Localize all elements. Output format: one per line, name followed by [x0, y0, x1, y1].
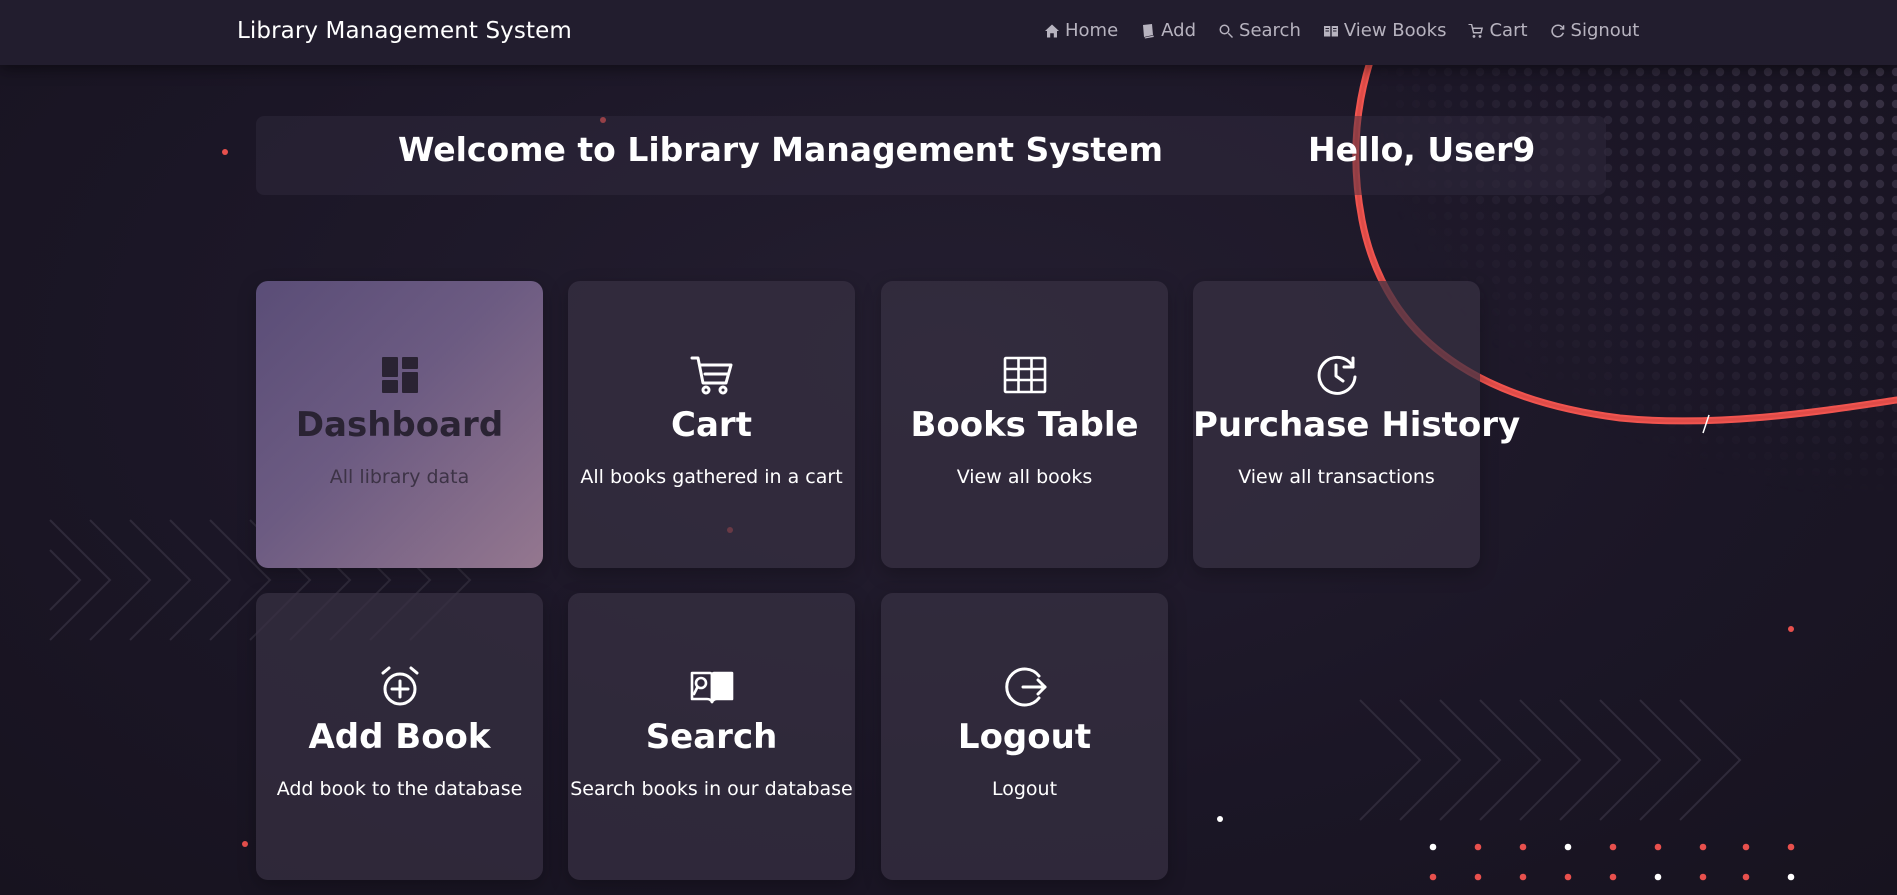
card-title: Add Book	[308, 717, 491, 757]
card-title: Logout	[957, 717, 1092, 757]
card-description: Search books in our database	[570, 778, 853, 800]
welcome-heading: Welcome to Library Management System	[398, 130, 1163, 169]
card-add-book[interactable]: Add Book Add book to the database	[256, 593, 543, 880]
card-title: Purchase History	[1193, 405, 1521, 445]
nav-link-label: Add	[1161, 20, 1197, 41]
cart-icon	[690, 353, 734, 397]
logout-icon	[1003, 665, 1047, 709]
card-title: Cart	[671, 405, 752, 445]
card-title: Dashboard	[295, 405, 504, 445]
open-book-icon	[1323, 25, 1338, 36]
card-logout[interactable]: Logout Logout	[881, 593, 1168, 880]
table-icon	[1003, 353, 1047, 397]
nav-links: Home Add Search View Books Cart Signout	[1044, 20, 1639, 41]
welcome-banner: Welcome to Library Management System Hel…	[256, 116, 1606, 195]
card-title: Search	[645, 717, 778, 757]
user-greeting: Hello, User9	[1308, 130, 1536, 169]
book-search-icon	[690, 665, 734, 709]
card-description: View all transactions	[1238, 466, 1435, 488]
nav-link-add[interactable]: Add	[1140, 20, 1196, 41]
card-purchase-history[interactable]: Purchase History View all transactions	[1193, 281, 1521, 568]
search-icon	[1219, 24, 1234, 38]
card-description: All library data	[329, 466, 470, 488]
card-description: Logout	[991, 778, 1058, 800]
nav-link-search[interactable]: Search	[1218, 20, 1301, 41]
nav-link-label: Search	[1239, 20, 1301, 41]
nav-link-label: Signout	[1570, 20, 1640, 41]
nav-link-label: Home	[1065, 20, 1119, 41]
card-description: All books gathered in a cart	[580, 466, 843, 488]
home-icon	[1045, 24, 1059, 37]
book-icon	[1143, 23, 1154, 38]
cart-icon	[1468, 23, 1484, 38]
card-dashboard[interactable]: Dashboard All library data	[256, 281, 543, 568]
card-cart[interactable]: Cart All books gathered in a cart	[568, 281, 855, 568]
nav-link-cart[interactable]: Cart	[1468, 20, 1528, 41]
top-navbar: Library Management System Home Add Searc…	[0, 0, 1897, 65]
nav-link-home[interactable]: Home	[1044, 20, 1118, 41]
history-icon	[1315, 353, 1359, 397]
card-search[interactable]: Search Search books in our database	[568, 593, 855, 880]
card-title: Books Table	[910, 405, 1139, 445]
page-background: Library Management System Home Add Searc…	[0, 0, 1897, 895]
card-description: View all books	[956, 466, 1093, 488]
nav-link-label: Cart	[1489, 20, 1528, 41]
signout-icon	[1550, 23, 1564, 37]
brand-title[interactable]: Library Management System	[237, 18, 572, 44]
add-alarm-icon	[378, 665, 422, 709]
dashboard-icon	[378, 353, 422, 397]
nav-link-label: View Books	[1343, 20, 1447, 41]
nav-link-signout[interactable]: Signout	[1550, 20, 1640, 41]
card-books-table[interactable]: Books Table View all books	[881, 281, 1168, 568]
nav-link-view-books[interactable]: View Books	[1323, 20, 1447, 41]
card-description: Add book to the database	[276, 778, 523, 800]
